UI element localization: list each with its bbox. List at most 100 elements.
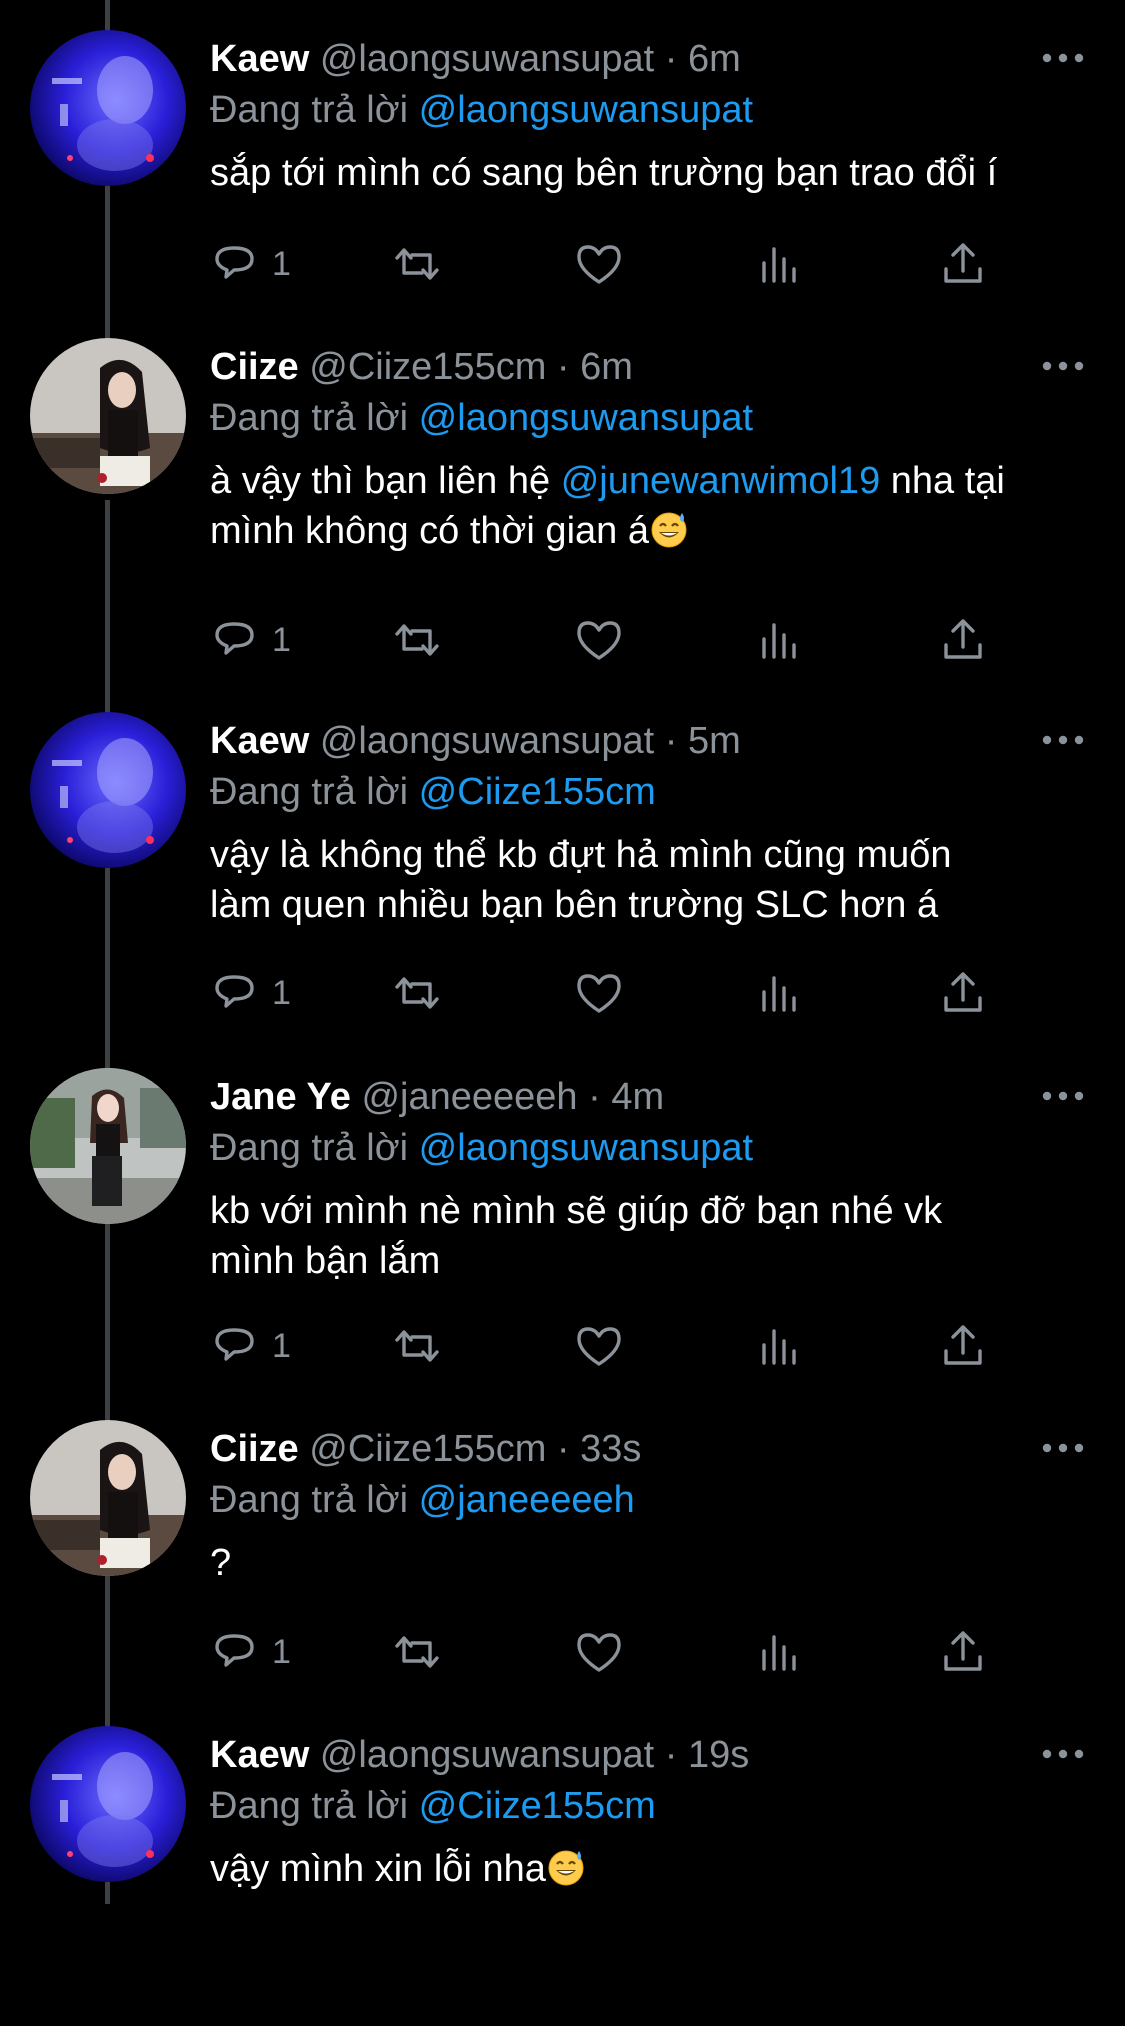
- replying-to-handle-link[interactable]: @laongsuwansupat: [419, 1127, 753, 1169]
- bar-chart-icon: [762, 247, 796, 283]
- retweet-arrows-icon: [395, 1330, 439, 1362]
- tweet-reply[interactable]: Kaew @laongsuwansupat · 19s Đang trả lời …: [0, 1726, 1125, 2026]
- author-name[interactable]: Kaew: [210, 720, 309, 762]
- retweet-arrows-icon: [395, 248, 439, 280]
- like-button[interactable]: [574, 1624, 624, 1680]
- views-button[interactable]: [756, 965, 806, 1021]
- replying-to-handle-link[interactable]: @laongsuwansupat: [419, 397, 753, 439]
- tweet-reply[interactable]: Ciize @Ciize155cm · 6m Đang trả lời @laon…: [0, 338, 1125, 638]
- mention-link[interactable]: @junewanwimol19: [561, 460, 881, 502]
- avatar[interactable]: [30, 30, 186, 186]
- timestamp[interactable]: 6m: [580, 346, 633, 388]
- timestamp[interactable]: 33s: [580, 1428, 641, 1470]
- more-dots-icon: [1042, 361, 1084, 371]
- share-upload-icon: [944, 243, 982, 283]
- replying-to-handle-link[interactable]: @Ciize155cm: [419, 1785, 656, 1827]
- more-options-button[interactable]: [1040, 720, 1086, 760]
- reply-button[interactable]: 1: [210, 1318, 291, 1374]
- reply-bubble-icon: [215, 246, 254, 279]
- tweet-text-line: vậy là không thể kb đựt hả mình cũng muố…: [210, 830, 1090, 880]
- tweet-text-segment: mình không có thời gian á: [210, 510, 649, 552]
- author-name[interactable]: Jane Ye: [210, 1076, 351, 1118]
- timestamp[interactable]: 6m: [688, 38, 741, 80]
- reply-button[interactable]: 1: [210, 612, 291, 668]
- tweet-text-line: ?: [210, 1538, 1090, 1588]
- share-button[interactable]: [938, 1624, 988, 1680]
- replying-to: Đang trả lời @laongsuwansupat: [210, 85, 753, 135]
- avatar[interactable]: [30, 1726, 186, 1882]
- replying-to-handle-link[interactable]: @Ciize155cm: [419, 771, 656, 813]
- views-button[interactable]: [756, 612, 806, 668]
- like-button[interactable]: [574, 965, 624, 1021]
- author-handle[interactable]: @Ciize155cm: [309, 1428, 546, 1470]
- bar-chart-icon: [762, 623, 796, 659]
- tweet-text-line: làm quen nhiều bạn bên trường SLC hơn á: [210, 880, 1090, 930]
- replying-to-label: Đang trả lời: [210, 397, 409, 439]
- reply-thread: Kaew @laongsuwansupat · 6m Đang trả lời @…: [0, 0, 1125, 1904]
- share-button[interactable]: [938, 1318, 988, 1374]
- tweet-text: à vậy thì bạn liên hệ @junewanwimol19 nh…: [210, 456, 1090, 556]
- author-name[interactable]: Ciize: [210, 1428, 299, 1470]
- separator-dot: ·: [556, 1428, 570, 1470]
- retweet-button[interactable]: [392, 1624, 442, 1680]
- timestamp[interactable]: 4m: [611, 1076, 664, 1118]
- reply-button[interactable]: 1: [210, 965, 291, 1021]
- author-name[interactable]: Kaew: [210, 1734, 309, 1776]
- more-options-button[interactable]: [1040, 38, 1086, 78]
- tweet-text-line: sắp tới mình có sang bên trường bạn trao…: [210, 148, 1090, 198]
- tweet-text-segment: vậy mình xin lỗi nha: [210, 1848, 546, 1890]
- replying-to-label: Đang trả lời: [210, 1127, 409, 1169]
- author-handle[interactable]: @janeeeeeh: [361, 1076, 577, 1118]
- share-button[interactable]: [938, 965, 988, 1021]
- reply-button[interactable]: 1: [210, 1624, 291, 1680]
- separator-dot: ·: [664, 1734, 678, 1776]
- action-bar: 1: [210, 612, 1000, 668]
- author-name[interactable]: Ciize: [210, 346, 299, 388]
- views-button[interactable]: [756, 1318, 806, 1374]
- author-name[interactable]: Kaew: [210, 38, 309, 80]
- replying-to-handle-link[interactable]: @janeeeeeh: [419, 1479, 635, 1521]
- more-options-button[interactable]: [1040, 1076, 1086, 1116]
- share-button[interactable]: [938, 236, 988, 292]
- reply-button[interactable]: 1: [210, 236, 291, 292]
- grinning-sweat-emoji: [649, 509, 689, 549]
- more-options-button[interactable]: [1040, 346, 1086, 386]
- views-button[interactable]: [756, 1624, 806, 1680]
- like-button[interactable]: [574, 1318, 624, 1374]
- retweet-button[interactable]: [392, 1318, 442, 1374]
- retweet-button[interactable]: [392, 965, 442, 1021]
- author-handle[interactable]: @laongsuwansupat: [320, 1734, 654, 1776]
- timestamp[interactable]: 19s: [688, 1734, 749, 1776]
- replying-to-handle-link[interactable]: @laongsuwansupat: [419, 89, 753, 131]
- author-handle[interactable]: @laongsuwansupat: [320, 38, 654, 80]
- avatar[interactable]: [30, 338, 186, 494]
- more-dots-icon: [1042, 1749, 1084, 1759]
- like-button[interactable]: [574, 236, 624, 292]
- replying-to-label: Đang trả lời: [210, 771, 409, 813]
- like-button[interactable]: [574, 612, 624, 668]
- tweet-text-segment: à vậy thì bạn liên hệ: [210, 460, 561, 502]
- retweet-button[interactable]: [392, 612, 442, 668]
- reply-bubble-icon: [215, 975, 254, 1008]
- retweet-arrows-icon: [395, 624, 439, 656]
- share-button[interactable]: [938, 612, 988, 668]
- more-options-button[interactable]: [1040, 1734, 1086, 1774]
- author-handle[interactable]: @Ciize155cm: [309, 346, 546, 388]
- heart-icon: [577, 974, 621, 1013]
- more-options-button[interactable]: [1040, 1428, 1086, 1468]
- avatar[interactable]: [30, 1068, 186, 1224]
- author-handle[interactable]: @laongsuwansupat: [320, 720, 654, 762]
- avatar[interactable]: [30, 1420, 186, 1576]
- action-bar: 1: [210, 1318, 1000, 1374]
- avatar[interactable]: [30, 712, 186, 868]
- retweet-button[interactable]: [392, 236, 442, 292]
- tweet-text-line: mình bận lắm: [210, 1236, 1090, 1286]
- views-button[interactable]: [756, 236, 806, 292]
- action-bar: 1: [210, 965, 1000, 1021]
- timestamp[interactable]: 5m: [688, 720, 741, 762]
